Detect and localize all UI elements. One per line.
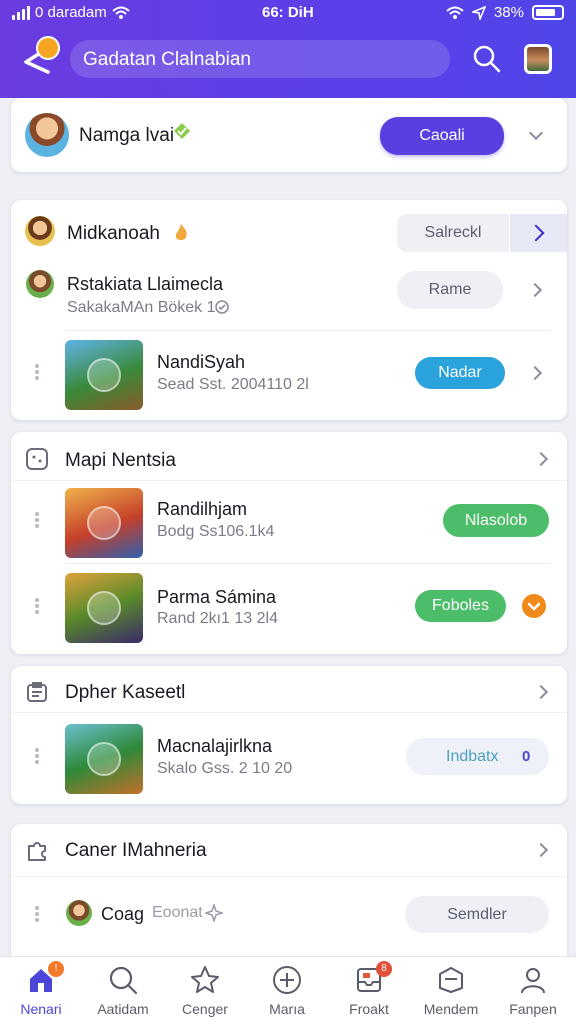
item-title: Rstakiata Llaimecla: [67, 274, 224, 294]
item-action-button[interactable]: Nadar: [415, 357, 505, 389]
bottom-navigation: ! Nenari Aatidam Cenger Marıa 8 Froakt M…: [0, 956, 576, 1024]
battery-icon: [532, 5, 564, 20]
notification-dot-icon: [36, 36, 60, 60]
section-title: Mapi Nentsia: [65, 450, 176, 471]
item-title: Macnalajirlkna: [157, 736, 273, 756]
item-action-button[interactable]: Indbatx 0: [406, 738, 549, 775]
sparkle-icon: [205, 904, 223, 922]
section-title: Dpher Kaseetl: [65, 682, 186, 703]
star-icon: [191, 966, 219, 993]
chevron-right-icon[interactable]: [533, 451, 549, 467]
verified-badge-icon: [174, 123, 190, 139]
avatar: [25, 113, 69, 157]
drag-handle-icon[interactable]: [35, 906, 39, 922]
nav-item-create[interactable]: Marıa: [246, 965, 328, 1023]
account-action-button[interactable]: Caoali: [380, 117, 504, 155]
expand-circle-icon[interactable]: [521, 593, 547, 619]
section-title: Caner IMahneria: [65, 840, 207, 861]
notification-badge: 8: [376, 961, 392, 977]
drag-handle-icon[interactable]: [35, 748, 39, 764]
status-bar: 0 daradam 66: DiH 38%: [0, 4, 576, 24]
item-subtitle: Skalo Gss. 2 10 20: [157, 760, 293, 777]
item-title: Randilhjam: [157, 499, 248, 519]
avatar: [25, 216, 55, 246]
avatar: [26, 270, 54, 298]
group-expand-button[interactable]: [510, 214, 567, 252]
nav-item-profile[interactable]: Fanpen: [492, 965, 574, 1023]
count-badge: 0: [522, 748, 531, 765]
profile-avatar[interactable]: [524, 44, 552, 74]
nav-item-home[interactable]: ! Nenari: [0, 961, 82, 1023]
item-subtitle: SakakaMAn Bökek 1: [67, 299, 216, 316]
item-action-button[interactable]: Nlasolob: [443, 504, 549, 537]
wifi-icon: [112, 6, 130, 19]
group-card-1: Midkanoah Salreckl Rstakiata Llaimecla S…: [11, 200, 567, 420]
nav-item-favorites[interactable]: Cenger: [164, 965, 246, 1023]
group-title: Midkanoah: [67, 223, 160, 244]
chevron-right-icon[interactable]: [533, 842, 549, 858]
flame-icon: [175, 224, 187, 240]
chevron-right-icon[interactable]: [527, 365, 543, 381]
clock: 66: DiH: [262, 4, 314, 21]
clipboard-icon: [27, 682, 47, 702]
search-input[interactable]: Gadatan Clalnabian: [70, 40, 450, 78]
drag-handle-icon[interactable]: [35, 598, 39, 614]
drag-handle-icon[interactable]: [35, 364, 39, 380]
item-subtitle: Eoonat: [152, 904, 203, 921]
plus-circle-icon: [273, 966, 301, 994]
app-header: 0 daradam 66: DiH 38% Gadatan Clalnabian: [0, 0, 576, 98]
nav-item-messages[interactable]: Mendem: [410, 965, 492, 1023]
chevron-down-icon[interactable]: [528, 125, 544, 141]
account-card: Namga lvai Caoali: [11, 98, 567, 172]
item-title: NandiSyah: [157, 352, 246, 372]
item-action-button[interactable]: Rame: [397, 271, 503, 309]
location-icon: [471, 5, 486, 20]
notification-badge: !: [48, 961, 64, 977]
chevron-right-icon[interactable]: [527, 282, 543, 298]
game-thumbnail: [65, 724, 143, 794]
item-title: Parma Sámina: [157, 587, 277, 607]
chat-icon: [439, 967, 463, 993]
item-subtitle: Bodg Ss106.1k4: [157, 523, 275, 540]
item-title: Coag: [101, 904, 145, 924]
battery-percent: 38%: [493, 4, 524, 21]
wifi-icon: [446, 6, 464, 19]
item-subtitle: Sead Sst. 2004110 2l: [157, 376, 309, 393]
puzzle-icon: [28, 842, 46, 861]
refresh-icon: [215, 300, 229, 314]
chevron-right-icon[interactable]: [533, 684, 549, 700]
carrier-label: 0 daradam: [35, 4, 107, 21]
item-subtitle: Rand 2kı1 13 2l4: [157, 610, 278, 627]
group-card-4: Caner IMahneria Coag Eoonat Semdler: [11, 824, 567, 964]
nav-item-inbox[interactable]: 8 Froakt: [328, 961, 410, 1023]
avatar: [66, 900, 92, 926]
account-name: Namga lvai: [79, 125, 175, 146]
profile-icon: [521, 968, 545, 994]
group-card-2: Mapi Nentsia Randilhjam Bodg Ss106.1k4 N…: [11, 432, 567, 654]
game-thumbnail: [65, 340, 143, 410]
signal-icon: [12, 5, 30, 20]
group-header-button[interactable]: Salreckl: [397, 214, 509, 252]
search-icon[interactable]: [470, 42, 502, 74]
drag-handle-icon[interactable]: [35, 512, 39, 528]
dice-icon: [26, 448, 48, 470]
nav-item-search[interactable]: Aatidam: [82, 965, 164, 1023]
group-card-3: Dpher Kaseetl Macnalajirlkna Skalo Gss. …: [11, 666, 567, 804]
game-thumbnail: [65, 488, 143, 558]
game-thumbnail: [65, 573, 143, 643]
item-action-button[interactable]: Semdler: [405, 896, 549, 933]
item-action-button[interactable]: Foboles: [415, 590, 506, 622]
search-icon: [109, 966, 138, 995]
